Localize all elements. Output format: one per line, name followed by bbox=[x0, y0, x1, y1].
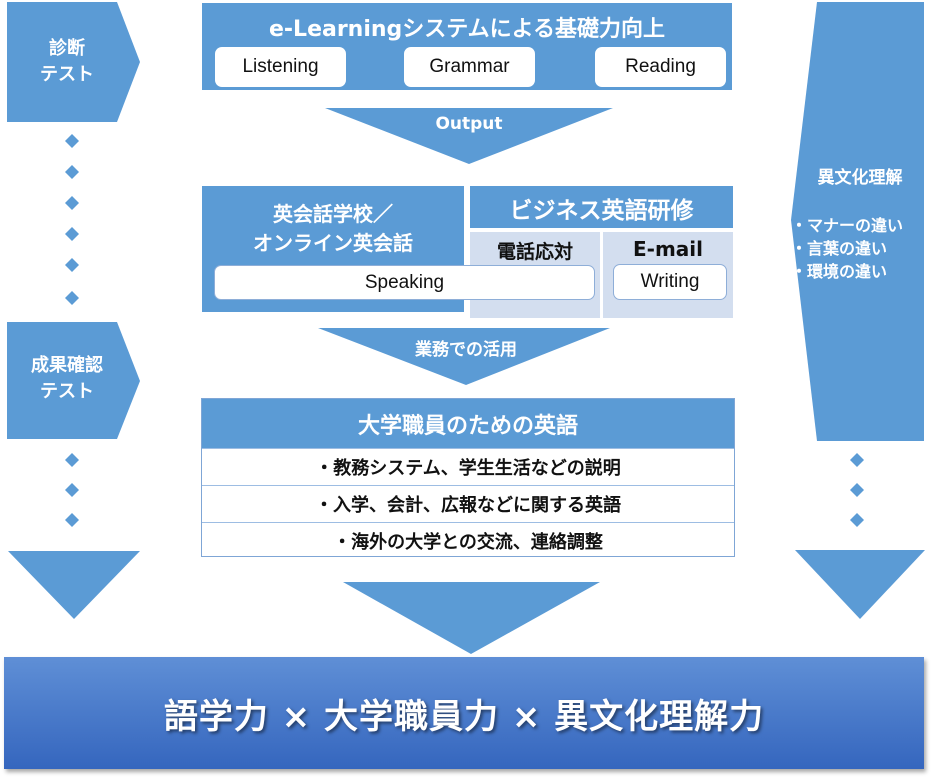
diamond-icon bbox=[65, 513, 79, 527]
diamond-icon bbox=[65, 453, 79, 467]
list-item: ・海外の大学との交流、連絡調整 bbox=[202, 522, 734, 559]
cross-cultural-title: 異文化理解 bbox=[817, 168, 903, 188]
elearning-title: e-Learningシステムによる基礎力向上 bbox=[269, 17, 665, 42]
list-item: ・環境の違い bbox=[791, 262, 888, 281]
cross-cultural-list: ・マナーの違い ・言葉の違い ・環境の違い bbox=[791, 214, 903, 283]
summary-banner: 語学力 × 大学職員力 × 異文化理解力 bbox=[4, 657, 924, 769]
center-down-arrow-icon bbox=[343, 582, 600, 654]
diagnostic-test-line1: 診断 bbox=[49, 38, 85, 59]
conversation-school-title: 英会話学校／ オンライン英会話 bbox=[202, 200, 464, 258]
conversation-school-line2: オンライン英会話 bbox=[253, 231, 413, 255]
left-down-arrow-icon bbox=[8, 551, 140, 619]
diamond-icon bbox=[65, 291, 79, 305]
list-item: ・入学、会計、広報などに関する英語 bbox=[202, 485, 734, 522]
skill-writing: Writing bbox=[613, 264, 727, 300]
list-item: ・教務システム、学生生活などの説明 bbox=[202, 448, 734, 485]
diamond-icon bbox=[65, 196, 79, 210]
left-diamond-connector-lower bbox=[65, 453, 79, 527]
right-down-arrow-icon bbox=[795, 550, 925, 619]
skill-speaking: Speaking bbox=[214, 265, 595, 300]
diamond-icon bbox=[850, 483, 864, 497]
skill-listening: Listening bbox=[215, 47, 346, 87]
result-test-line1: 成果確認 bbox=[31, 355, 103, 376]
list-item: ・マナーの違い bbox=[791, 216, 904, 235]
email-label: E-mail bbox=[632, 237, 703, 261]
conversation-school-line1: 英会話学校／ bbox=[273, 202, 393, 226]
diamond-icon bbox=[65, 227, 79, 241]
result-test-line2: テスト bbox=[40, 381, 94, 402]
phone-response-label: 電話応対 bbox=[496, 241, 573, 263]
business-training-header: ビジネス英語研修 bbox=[470, 186, 733, 228]
work-usage-label: 業務での活用 bbox=[415, 340, 517, 360]
right-diamond-connector bbox=[850, 453, 864, 527]
diamond-icon bbox=[65, 483, 79, 497]
diamond-icon bbox=[850, 453, 864, 467]
summary-banner-text: 語学力 × 大学職員力 × 異文化理解力 bbox=[163, 696, 765, 737]
business-training-title: ビジネス英語研修 bbox=[509, 198, 694, 224]
diagnostic-test-label: 診断 テスト bbox=[7, 36, 127, 88]
diamond-icon bbox=[65, 258, 79, 272]
skill-grammar: Grammar bbox=[404, 47, 535, 87]
diamond-icon bbox=[65, 134, 79, 148]
list-item: ・言葉の違い bbox=[791, 239, 888, 258]
university-english-box: 大学職員のための英語 ・教務システム、学生生活などの説明 ・入学、会計、広報など… bbox=[201, 398, 735, 557]
output-label: Output bbox=[435, 114, 503, 134]
diagnostic-test-line2: テスト bbox=[40, 64, 94, 85]
left-diamond-connector-upper bbox=[65, 134, 79, 305]
university-english-title: 大学職員のための英語 bbox=[202, 399, 734, 448]
diamond-icon bbox=[850, 513, 864, 527]
diamond-icon bbox=[65, 165, 79, 179]
result-test-label: 成果確認 テスト bbox=[7, 353, 127, 405]
skill-reading: Reading bbox=[595, 47, 726, 87]
